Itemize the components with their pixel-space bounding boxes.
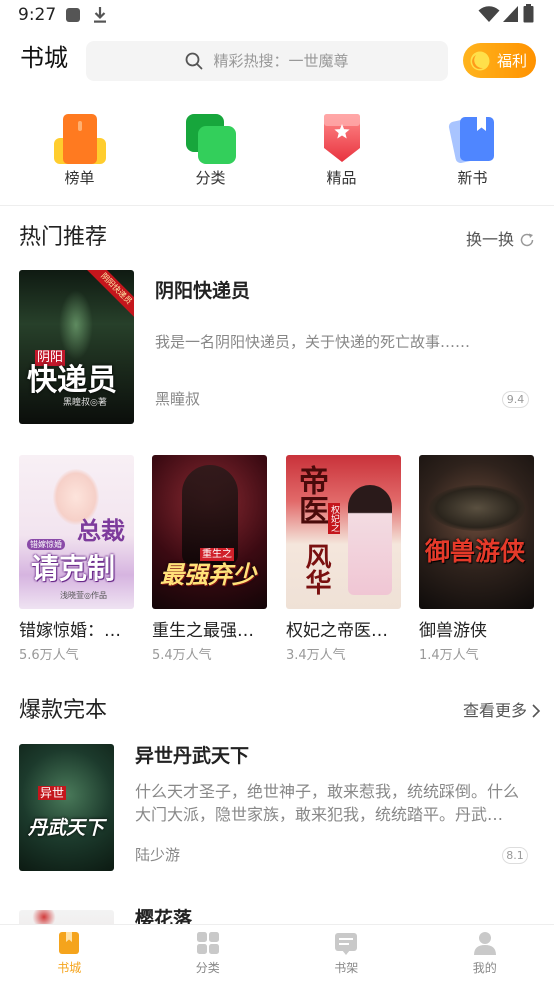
profile-icon [473, 932, 496, 955]
see-more-label: 查看更多 [463, 701, 528, 720]
book-popularity: 1.4万人气 [419, 648, 479, 663]
book-cover[interactable]: 帝医 权妃之 风华 [286, 455, 401, 609]
chevron-right-icon [532, 704, 541, 718]
category-row: 榜单 分类 精品 新书 [14, 112, 538, 188]
download-icon [94, 7, 106, 23]
cover-art [429, 485, 525, 531]
tab-bookshelf[interactable]: 书架 [277, 925, 416, 985]
search-placeholder: 精彩热搜：一世魔尊 [213, 52, 349, 70]
rating-badge: 9.4 [502, 391, 529, 408]
category-icon [185, 114, 236, 164]
bookshelf-icon [335, 933, 358, 955]
tab-label: 书架 [334, 961, 359, 975]
welfare-label: 福利 [497, 51, 528, 70]
book-author: 陆少游 [135, 846, 181, 864]
cover-title-text: 丹武天下 [28, 817, 105, 839]
cover-credit-text: 黑瞳叔◎著 [63, 398, 107, 408]
tab-bookstore[interactable]: 书城 [0, 925, 139, 985]
refresh-label: 换一换 [466, 230, 515, 249]
book-title: 权妃之帝医… [286, 621, 388, 641]
cover-title-text: 总裁 [77, 517, 125, 545]
section-title-finished: 爆款完本 [19, 698, 108, 723]
status-time: 9:27 [18, 5, 57, 25]
book-cover-featured[interactable]: 阴阳快递员 阴阳 快递员 黑瞳叔◎著 [19, 270, 134, 424]
book-title[interactable]: 异世丹武天下 [135, 744, 249, 768]
category-label: 精品 [326, 169, 357, 187]
cover-credit-text: 浅晓萱◎作品 [60, 591, 107, 600]
category-label: 榜单 [64, 169, 95, 187]
cover-tag-text: 异世 [38, 786, 67, 800]
category-label: 分类 [195, 169, 226, 187]
book-cover[interactable]: 异世 丹武天下 [19, 744, 114, 871]
premium-icon [323, 114, 360, 162]
cover-art [348, 485, 392, 595]
tab-profile[interactable]: 我的 [416, 925, 554, 985]
cover-tag-text: 错嫁惊婚 [27, 539, 65, 550]
tab-label: 分类 [195, 961, 220, 975]
signal-icon [503, 6, 518, 22]
refresh-button[interactable]: 换一换 [466, 229, 535, 251]
featured-book-author: 黑瞳叔 [155, 390, 201, 408]
welfare-button[interactable]: 福利 [463, 43, 536, 78]
new-book-icon [448, 117, 494, 163]
coin-icon [470, 51, 490, 70]
book-title: 错嫁惊婚：… [19, 621, 121, 641]
book-description: 什么天才圣子，绝世神子，敢来惹我，统统踩倒。什么大门大派，隐世家族，敢来犯我，统… [135, 782, 520, 824]
category-grid-icon [196, 932, 219, 954]
rating-badge: 8.1 [502, 847, 528, 864]
book-popularity: 5.4万人气 [152, 648, 212, 663]
tab-label: 书城 [57, 961, 82, 975]
page-title: 书城 [20, 44, 68, 72]
cover-title-text: 帝医 [293, 465, 328, 525]
cover-title-text: 御兽游侠 [425, 537, 526, 566]
cover-art [29, 910, 59, 924]
category-ranking[interactable]: 榜单 [14, 112, 145, 188]
book-cover[interactable]: 总裁 错嫁惊婚 请克制 浅晓萱◎作品 [19, 455, 134, 609]
cover-title-text: 最强弃少 [160, 561, 256, 589]
cover-title-text: 请克制 [31, 552, 116, 585]
featured-book-description: 我是一名阴阳快递员，关于快递的死亡故事…… [155, 333, 471, 351]
cover-title-text: 快递员 [27, 363, 117, 398]
book-title: 御兽游侠 [419, 621, 487, 641]
book-cover[interactable]: 御兽游侠 [419, 455, 534, 609]
ranking-icon [53, 114, 106, 164]
wifi-icon [478, 6, 500, 22]
notification-square-icon [66, 8, 80, 22]
book-popularity: 5.6万人气 [19, 648, 79, 663]
book-card[interactable]: 重生之最强… 5.4万人气 [152, 620, 267, 665]
book-cover[interactable]: 重生之 最强弃少 [152, 455, 267, 609]
search-bar[interactable]: 精彩热搜：一世魔尊 [86, 41, 448, 81]
cover-tag-text: 重生之 [200, 548, 234, 561]
book-popularity: 3.4万人气 [286, 648, 346, 663]
book-title: 重生之最强… [152, 621, 254, 641]
section-divider [0, 205, 554, 206]
section-title-hot: 热门推荐 [19, 225, 108, 250]
book-card[interactable]: 错嫁惊婚：… 5.6万人气 [19, 620, 134, 665]
book-card[interactable]: 御兽游侠 1.4万人气 [419, 620, 534, 665]
see-more-link[interactable]: 查看更多 [463, 700, 541, 722]
featured-book-title[interactable]: 阴阳快递员 [155, 279, 250, 303]
category-classify[interactable]: 分类 [145, 112, 276, 188]
book-card[interactable]: 权妃之帝医… 3.4万人气 [286, 620, 401, 665]
tab-label: 我的 [472, 961, 497, 975]
cover-tag-text: 权妃之 [328, 503, 340, 534]
search-icon [186, 52, 203, 70]
status-bar: 9:27 [0, 0, 554, 30]
bottom-nav: 书城 分类 书架 我的 [0, 924, 554, 985]
tab-category[interactable]: 分类 [139, 925, 278, 985]
category-premium[interactable]: 精品 [276, 112, 407, 188]
cover-title-text: 风华 [301, 543, 331, 595]
refresh-icon [520, 233, 534, 247]
bookstore-icon [59, 932, 80, 954]
category-new-books[interactable]: 新书 [407, 112, 538, 188]
battery-icon [523, 4, 534, 23]
category-label: 新书 [457, 169, 488, 187]
